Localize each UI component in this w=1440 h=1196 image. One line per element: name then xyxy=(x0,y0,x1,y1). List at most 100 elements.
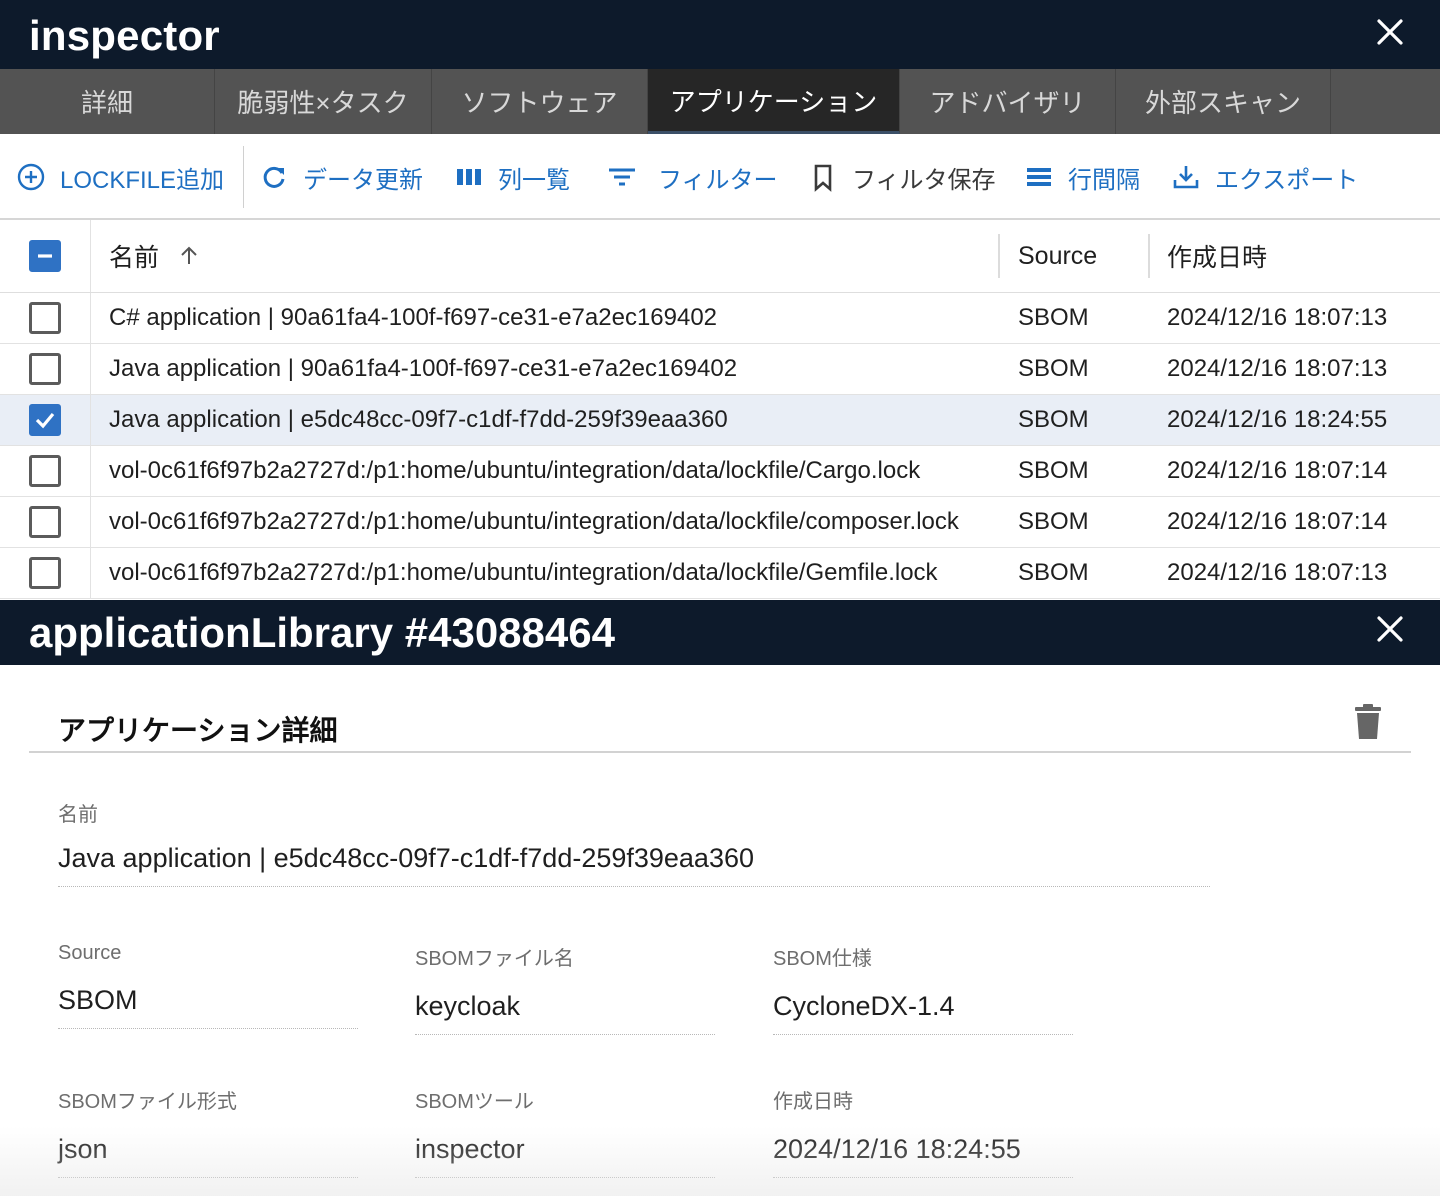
export-button[interactable]: エクスポート xyxy=(1171,134,1358,220)
save-filter-label: フィルタ保存 xyxy=(852,166,996,194)
table-row[interactable]: vol-0c61f6f97b2a2727d:/p1:home/ubuntu/in… xyxy=(0,497,1440,548)
refresh-button[interactable]: データ更新 xyxy=(259,134,423,220)
row-created-cell: 2024/12/16 18:24:55 xyxy=(1167,406,1388,433)
tab-software[interactable]: ソフトウェア xyxy=(432,69,648,134)
close-icon xyxy=(1377,616,1403,642)
table-row[interactable]: C# application | 90a61fa4-100f-f697-ce31… xyxy=(0,293,1440,344)
row-name-cell: vol-0c61f6f97b2a2727d:/p1:home/ubuntu/in… xyxy=(109,559,938,586)
row-divider xyxy=(90,293,91,343)
trash-icon xyxy=(1355,704,1381,739)
row-created-cell: 2024/12/16 18:07:14 xyxy=(1167,508,1388,535)
column-divider xyxy=(90,220,91,292)
field-label: SBOM仕様 xyxy=(773,948,872,970)
add-circle-icon xyxy=(17,163,45,191)
grid-header: 名前 Source 作成日時 xyxy=(0,220,1440,293)
detail-panel: アプリケーション詳細 名前 Java application | e5dc48c… xyxy=(0,665,1440,1196)
detail-close-button[interactable] xyxy=(1372,611,1408,647)
close-icon xyxy=(1377,19,1403,45)
name-field: 名前 Java application | e5dc48cc-09f7-c1df… xyxy=(58,798,1210,887)
row-checkbox[interactable] xyxy=(0,395,90,445)
field-value: 2024/12/16 18:24:55 xyxy=(773,1134,1073,1178)
refresh-icon xyxy=(263,166,285,188)
sort-arrow-up-icon[interactable] xyxy=(177,244,201,268)
select-all-checkbox[interactable] xyxy=(29,220,61,292)
field-value: keycloak xyxy=(415,991,715,1035)
column-resize-handle[interactable] xyxy=(998,234,1000,278)
table-row-selected[interactable]: Java application | e5dc48cc-09f7-c1df-f7… xyxy=(0,395,1440,446)
table-row[interactable]: vol-0c61f6f97b2a2727d:/p1:home/ubuntu/in… xyxy=(0,548,1440,599)
tab-bar: 詳細 脆弱性×タスク ソフトウェア アプリケーション アドバイザリ 外部スキャン xyxy=(0,69,1440,134)
row-checkbox[interactable] xyxy=(0,293,90,343)
window-close-button[interactable] xyxy=(1372,14,1408,50)
source-field: Source SBOM xyxy=(58,942,358,1029)
field-value: inspector xyxy=(415,1134,715,1178)
bookmark-icon xyxy=(814,164,832,192)
tab-details[interactable]: 詳細 xyxy=(0,69,215,134)
sbom-spec-field: SBOM仕様 CycloneDX-1.4 xyxy=(773,942,1073,1035)
filter-icon xyxy=(609,168,635,186)
name-field-label: 名前 xyxy=(58,804,98,826)
field-label: SBOMツール xyxy=(415,1091,534,1113)
row-divider xyxy=(90,497,91,547)
filter-button[interactable]: フィルター xyxy=(604,134,778,220)
column-header-name[interactable]: 名前 xyxy=(109,220,201,292)
sbom-tool-field: SBOMツール inspector xyxy=(415,1085,715,1178)
minus-icon xyxy=(38,254,52,258)
tab-advisories[interactable]: アドバイザリ xyxy=(900,69,1116,134)
column-header-name-label: 名前 xyxy=(109,244,160,272)
row-created-cell: 2024/12/16 18:07:14 xyxy=(1167,457,1388,484)
field-label: 作成日時 xyxy=(773,1091,853,1113)
detail-window-title: applicationLibrary #43088464 xyxy=(29,609,615,656)
tab-external-scan[interactable]: 外部スキャン xyxy=(1116,69,1331,134)
columns-button[interactable]: 列一覧 xyxy=(454,134,570,220)
density-label: 行間隔 xyxy=(1068,166,1140,194)
tab-applications[interactable]: アプリケーション xyxy=(648,69,900,134)
row-source-cell: SBOM xyxy=(1018,457,1089,484)
add-lockfile-button[interactable]: LOCKFILE追加 xyxy=(16,134,224,220)
row-name-cell: vol-0c61f6f97b2a2727d:/p1:home/ubuntu/in… xyxy=(109,457,921,484)
row-source-cell: SBOM xyxy=(1018,304,1089,331)
refresh-label: データ更新 xyxy=(303,166,423,194)
column-header-created[interactable]: 作成日時 xyxy=(1167,220,1267,292)
field-value: SBOM xyxy=(58,985,358,1029)
row-checkbox[interactable] xyxy=(0,497,90,547)
name-field-value: Java application | e5dc48cc-09f7-c1df-f7… xyxy=(58,843,1210,887)
filter-label: フィルター xyxy=(658,166,778,194)
field-label: SBOMファイル形式 xyxy=(58,1091,237,1113)
columns-label: 列一覧 xyxy=(498,166,570,194)
download-icon xyxy=(1173,166,1199,189)
row-checkbox[interactable] xyxy=(0,446,90,496)
density-button[interactable]: 行間隔 xyxy=(1024,134,1140,220)
row-source-cell: SBOM xyxy=(1018,508,1089,535)
table-row[interactable]: Java application | 90a61fa4-100f-f697-ce… xyxy=(0,344,1440,395)
row-divider xyxy=(90,395,91,445)
tab-vulnerabilities-tasks[interactable]: 脆弱性×タスク xyxy=(215,69,432,134)
window-title: inspector xyxy=(29,12,220,59)
detail-titlebar: applicationLibrary #43088464 xyxy=(0,600,1440,665)
export-label: エクスポート xyxy=(1215,166,1359,194)
delete-button[interactable] xyxy=(1352,703,1384,741)
density-icon xyxy=(1027,168,1051,186)
row-checkbox[interactable] xyxy=(0,548,90,598)
sbom-format-field: SBOMファイル形式 json xyxy=(58,1085,358,1178)
field-label: SBOMファイル名 xyxy=(415,948,574,970)
row-divider xyxy=(90,548,91,598)
section-divider xyxy=(29,751,1411,753)
field-label: Source xyxy=(58,942,122,964)
row-name-cell: Java application | 90a61fa4-100f-f697-ce… xyxy=(109,355,738,382)
grid-toolbar: LOCKFILE追加 データ更新 列一覧 フィルター フィルタ保存 行間隔 エク… xyxy=(0,134,1440,220)
table-row[interactable]: vol-0c61f6f97b2a2727d:/p1:home/ubuntu/in… xyxy=(0,446,1440,497)
row-checkbox[interactable] xyxy=(0,344,90,394)
column-resize-handle[interactable] xyxy=(1148,234,1150,278)
created-at-field: 作成日時 2024/12/16 18:24:55 xyxy=(773,1085,1073,1178)
check-icon xyxy=(35,412,55,429)
field-value: json xyxy=(58,1134,358,1178)
row-name-cell: Java application | e5dc48cc-09f7-c1df-f7… xyxy=(109,406,728,433)
row-name-cell: vol-0c61f6f97b2a2727d:/p1:home/ubuntu/in… xyxy=(109,508,959,535)
row-divider xyxy=(90,446,91,496)
row-name-cell: C# application | 90a61fa4-100f-f697-ce31… xyxy=(109,304,718,331)
row-created-cell: 2024/12/16 18:07:13 xyxy=(1167,559,1388,586)
save-filter-button[interactable]: フィルタ保存 xyxy=(808,134,996,220)
column-header-source[interactable]: Source xyxy=(1018,220,1097,292)
row-source-cell: SBOM xyxy=(1018,355,1089,382)
